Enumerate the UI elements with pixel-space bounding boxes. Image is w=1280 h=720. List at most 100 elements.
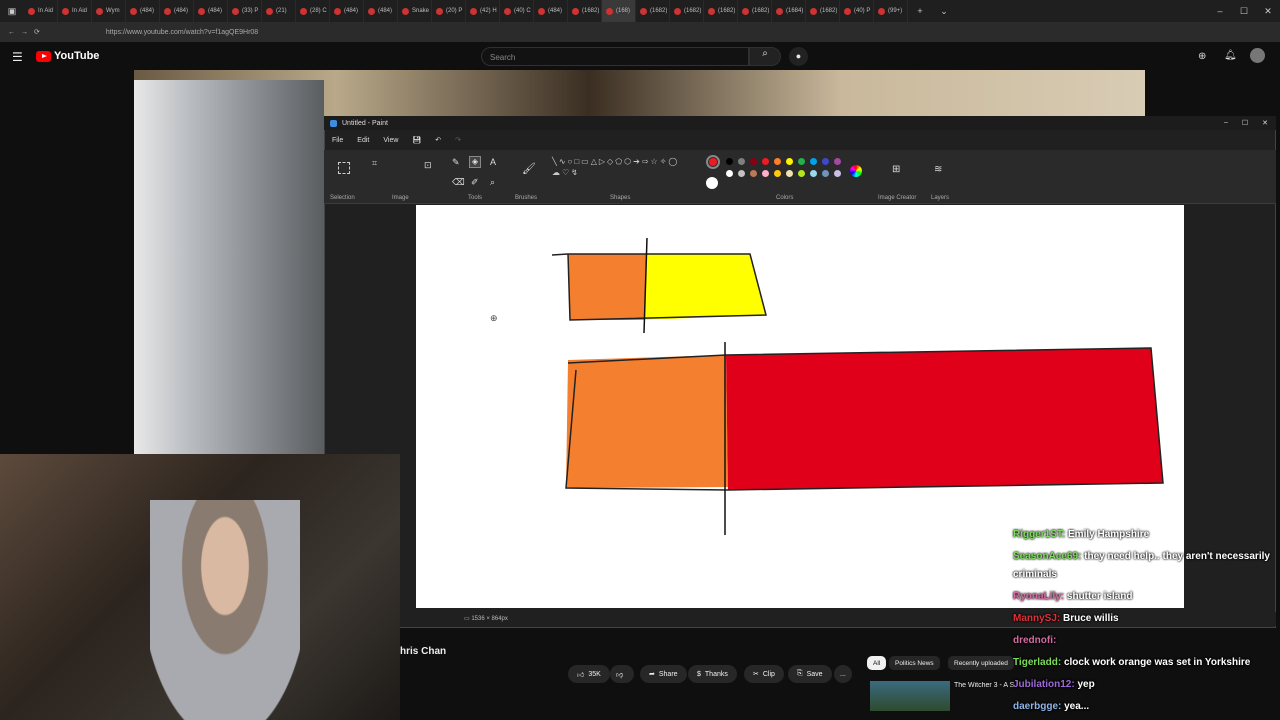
- save-icon[interactable]: 💾︎: [412, 136, 421, 144]
- browser-tab[interactable]: (1682): [806, 0, 840, 22]
- browser-tab[interactable]: Snake: [398, 0, 432, 22]
- browser-tab[interactable]: (484): [126, 0, 160, 22]
- browser-tab[interactable]: (1682): [670, 0, 704, 22]
- browser-tab[interactable]: (484): [534, 0, 568, 22]
- channel-name[interactable]: hris Chan: [400, 646, 446, 657]
- share-button[interactable]: ➦ Share: [640, 665, 687, 683]
- palette-swatch[interactable]: [786, 158, 793, 165]
- palette-swatch[interactable]: [834, 158, 841, 165]
- chip-politics-news[interactable]: Politics News: [889, 656, 940, 670]
- forward-icon[interactable]: →: [21, 29, 28, 36]
- window-minimize-icon[interactable]: –: [1208, 6, 1232, 16]
- browser-tab[interactable]: (484): [364, 0, 398, 22]
- palette-swatch[interactable]: [762, 170, 769, 177]
- like-button[interactable]: 👍︎ 35K: [568, 665, 610, 683]
- menu-view[interactable]: View: [383, 137, 398, 144]
- browser-tab[interactable]: (40) C: [500, 0, 534, 22]
- secondary-color[interactable]: [706, 177, 718, 189]
- browser-tab[interactable]: In Aid: [58, 0, 92, 22]
- hamburger-menu-icon[interactable]: ☰: [12, 50, 23, 64]
- browser-tab[interactable]: (40) P: [840, 0, 874, 22]
- shapes-gallery[interactable]: ╲∿○□▭△▷◇⬠⬡➔⇨☆✧◯☁♡↯: [552, 156, 677, 178]
- window-maximize-icon[interactable]: ☐: [1232, 6, 1256, 17]
- palette-swatch[interactable]: [822, 170, 829, 177]
- magnifier-icon[interactable]: ⌕: [490, 177, 495, 188]
- browser-tab[interactable]: (42) H: [466, 0, 500, 22]
- reload-icon[interactable]: ⟳: [34, 28, 40, 36]
- browser-tab[interactable]: (1682): [704, 0, 738, 22]
- image-tools-icon[interactable]: ⊡: [424, 160, 432, 171]
- notifications-icon[interactable]: 🔔︎: [1224, 50, 1237, 61]
- palette-swatch[interactable]: [726, 170, 733, 177]
- palette-swatch[interactable]: [726, 158, 733, 165]
- browser-tab[interactable]: (1682): [738, 0, 772, 22]
- crop-icon[interactable]: ⌗: [372, 158, 377, 169]
- close-icon[interactable]: ✕: [1262, 119, 1268, 127]
- browser-tab[interactable]: (484): [194, 0, 228, 22]
- recommended-title[interactable]: The Witcher 3 - A S: [954, 682, 1014, 689]
- palette-swatch[interactable]: [822, 158, 829, 165]
- chip-all[interactable]: All: [867, 656, 887, 670]
- avatar[interactable]: [1250, 48, 1265, 63]
- redo-icon[interactable]: ↷: [455, 136, 461, 144]
- browser-tab[interactable]: Wym: [92, 0, 126, 22]
- browser-tab[interactable]: (1684): [772, 0, 806, 22]
- search-input[interactable]: Search: [481, 47, 749, 66]
- edit-colors-icon[interactable]: [850, 165, 862, 177]
- back-icon[interactable]: ←: [8, 29, 15, 36]
- palette-swatch[interactable]: [750, 170, 757, 177]
- browser-tab[interactable]: (99+): [874, 0, 908, 22]
- menu-edit[interactable]: Edit: [357, 137, 369, 144]
- microphone-icon[interactable]: ●: [789, 47, 808, 66]
- image-creator-icon[interactable]: ⊞: [892, 164, 900, 175]
- browser-tab[interactable]: (484): [160, 0, 194, 22]
- search-icon[interactable]: ⌕: [749, 47, 781, 66]
- palette-swatch[interactable]: [786, 170, 793, 177]
- brushes-icon[interactable]: 🖌︎: [522, 162, 536, 175]
- youtube-logo[interactable]: YouTube: [36, 50, 99, 62]
- undo-icon[interactable]: ↶: [435, 136, 441, 144]
- chip-recently-uploaded[interactable]: Recently uploaded: [948, 656, 1014, 670]
- dislike-button[interactable]: 👎︎: [610, 665, 634, 683]
- palette-swatch[interactable]: [762, 158, 769, 165]
- tab-search-icon[interactable]: ⌄: [932, 6, 956, 17]
- clip-button[interactable]: ✂ Clip: [744, 665, 784, 683]
- browser-tab[interactable]: (484): [330, 0, 364, 22]
- browser-tab[interactable]: (168): [602, 0, 636, 22]
- create-icon[interactable]: ⊕: [1198, 51, 1206, 62]
- palette-swatch[interactable]: [834, 170, 841, 177]
- eraser-icon[interactable]: ⌫: [452, 177, 465, 188]
- selection-icon[interactable]: [338, 162, 350, 174]
- browser-tab[interactable]: In Aid: [24, 0, 58, 22]
- palette-swatch[interactable]: [774, 170, 781, 177]
- recommended-thumbnail[interactable]: [870, 681, 950, 711]
- menu-file[interactable]: File: [332, 137, 343, 144]
- more-actions-button[interactable]: ...: [834, 665, 852, 683]
- browser-tab[interactable]: (33) P: [228, 0, 262, 22]
- palette-swatch[interactable]: [798, 170, 805, 177]
- text-icon[interactable]: A: [490, 157, 496, 167]
- fill-icon[interactable]: ◈: [469, 156, 481, 168]
- minimize-icon[interactable]: –: [1224, 119, 1228, 127]
- browser-tab[interactable]: (28) C: [296, 0, 330, 22]
- layers-icon[interactable]: ≋: [934, 164, 942, 175]
- window-close-icon[interactable]: ✕: [1256, 6, 1280, 17]
- pencil-icon[interactable]: ✎: [452, 157, 460, 168]
- maximize-icon[interactable]: ☐: [1242, 119, 1248, 127]
- browser-tab[interactable]: (21): [262, 0, 296, 22]
- palette-swatch[interactable]: [798, 158, 805, 165]
- palette-swatch[interactable]: [738, 158, 745, 165]
- url-field[interactable]: https://www.youtube.com/watch?v=f1agQE9H…: [106, 29, 258, 36]
- palette-swatch[interactable]: [810, 158, 817, 165]
- save-button[interactable]: ⎘ Save: [788, 665, 832, 683]
- palette-swatch[interactable]: [810, 170, 817, 177]
- palette-swatch[interactable]: [750, 158, 757, 165]
- browser-tab[interactable]: (1682): [568, 0, 602, 22]
- tab-actions-icon[interactable]: ▣: [0, 6, 24, 17]
- palette-swatch[interactable]: [774, 158, 781, 165]
- browser-tab[interactable]: (1682): [636, 0, 670, 22]
- color-picker-icon[interactable]: ✐: [471, 177, 479, 188]
- primary-color[interactable]: [706, 155, 720, 169]
- palette-swatch[interactable]: [738, 170, 745, 177]
- browser-tab[interactable]: (20) P: [432, 0, 466, 22]
